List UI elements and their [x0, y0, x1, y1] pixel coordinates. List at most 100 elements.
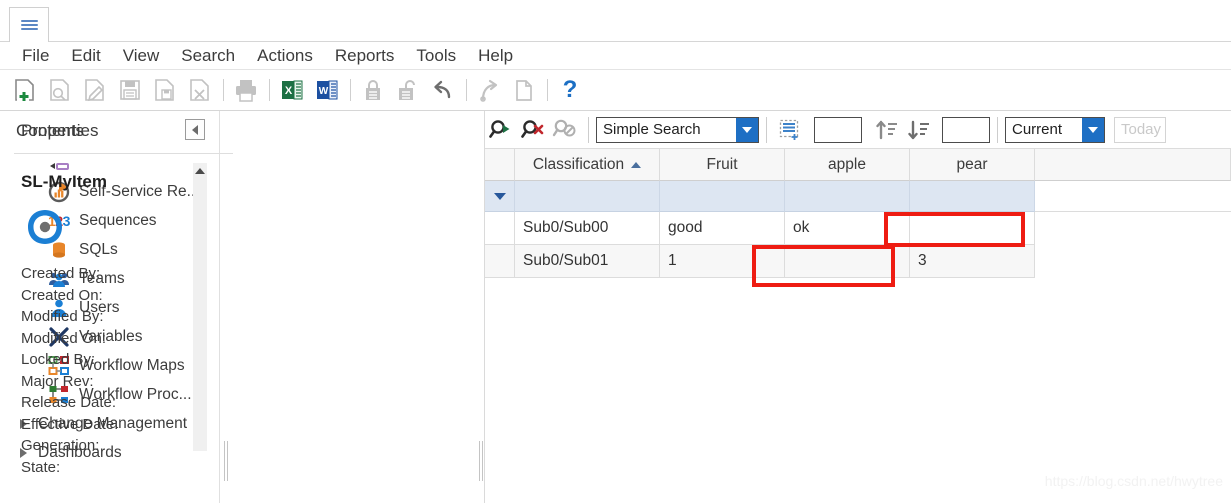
grid-column-header-label: Classification	[532, 155, 625, 173]
lock-icon	[358, 75, 388, 105]
menu-item-file[interactable]: File	[11, 43, 60, 69]
contents-properties-splitter[interactable]	[219, 111, 229, 503]
property-label: Generation:	[21, 437, 100, 454]
page-number-input[interactable]	[942, 116, 990, 143]
menu-item-tools[interactable]: Tools	[405, 43, 467, 69]
property-label: Created By:	[21, 265, 101, 282]
edit-document-icon	[80, 75, 110, 105]
menu-item-view[interactable]: View	[112, 43, 171, 69]
page-size-input[interactable]	[814, 116, 862, 143]
toolbar-separator	[223, 79, 224, 101]
grid-column-header-rowheader	[485, 149, 515, 181]
chevron-down-icon[interactable]	[1082, 117, 1104, 142]
menu-item-actions[interactable]: Actions	[246, 43, 324, 69]
export-excel-icon[interactable]: X	[277, 75, 307, 105]
hamburger-menu-icon	[20, 18, 38, 32]
grid-column-header-fruit[interactable]: Fruit	[660, 149, 785, 181]
properties-panel	[233, 111, 482, 503]
grid-column-header-label: Fruit	[706, 155, 738, 173]
new-icon[interactable]	[10, 75, 40, 105]
svg-text:W: W	[319, 86, 329, 97]
grid-filter-cell-classification[interactable]	[515, 181, 660, 212]
property-major-rev: Major Rev:	[21, 371, 124, 393]
grid-row[interactable]: Sub0/Sub00 good ok	[485, 212, 1231, 245]
grid-cell-apple[interactable]	[785, 245, 910, 278]
grid-filter-cell-apple[interactable]	[785, 181, 910, 212]
clear-search-icon[interactable]	[517, 115, 549, 145]
watermark-text: https://blog.csdn.net/hwytree	[1044, 473, 1223, 489]
grid-cell-rowheader[interactable]	[485, 245, 515, 278]
sort-ascending-icon[interactable]	[872, 115, 904, 145]
delete-document-icon	[185, 75, 215, 105]
menu-bar: File Edit View Search Actions Reports Tools Hel…	[0, 42, 1231, 70]
scroll-up-icon[interactable]	[193, 163, 207, 179]
property-generation: Generation:	[21, 435, 124, 457]
search-toolbar-separator	[766, 116, 767, 143]
effective-date-input[interactable]: Today	[1114, 116, 1166, 143]
property-created-by: Created By:	[21, 263, 124, 285]
grid-cell-apple[interactable]: ok	[785, 212, 910, 245]
toolbar-separator	[350, 79, 351, 101]
menu-item-help[interactable]: Help	[467, 43, 524, 69]
property-created-on: Created On:	[21, 285, 124, 307]
toolbar-separator	[466, 79, 467, 101]
grid-column-header-apple[interactable]: apple	[785, 149, 910, 181]
menu-item-edit[interactable]: Edit	[60, 43, 111, 69]
grid-cell-classification[interactable]: Sub0/Sub00	[515, 212, 660, 245]
chevron-down-icon[interactable]	[736, 117, 758, 142]
search-mode-select[interactable]: Simple Search	[596, 116, 759, 143]
property-label: Release Date:	[21, 394, 117, 411]
item-title: SL-MyItem	[21, 172, 107, 191]
collapse-left-icon[interactable]	[185, 119, 205, 140]
save-icon	[115, 75, 145, 105]
tree-item-label: Sequences	[79, 211, 157, 229]
menu-item-reports[interactable]: Reports	[324, 43, 406, 69]
grid-cell-classification[interactable]: Sub0/Sub01	[515, 245, 660, 278]
property-release-date: Release Date:	[21, 392, 124, 414]
search-document-icon	[45, 75, 75, 105]
property-label: Modified On:	[21, 329, 107, 347]
grid-filter-cell-rowheader[interactable]	[485, 181, 515, 212]
grid-body: Sub0/Sub00 good ok Sub0/Sub01 1 3	[485, 212, 1231, 278]
window-tab-strip	[0, 0, 1231, 42]
contents-tree-scrollbar[interactable]	[193, 163, 207, 451]
properties-grid-splitter[interactable]	[476, 111, 485, 503]
search-toolbar-separator	[588, 116, 589, 143]
grid-cell-pear[interactable]: 3	[910, 245, 1035, 278]
grid-column-header-classification[interactable]: Classification	[515, 149, 660, 181]
properties-divider	[21, 153, 233, 154]
print-icon	[231, 75, 261, 105]
grid-cell-fruit[interactable]: 1	[660, 245, 785, 278]
save-as-icon	[150, 75, 180, 105]
filter-dropdown-icon[interactable]	[493, 192, 506, 200]
search-mode-select-value: Simple Search	[603, 121, 701, 138]
grid-column-header-pear[interactable]: pear	[910, 149, 1035, 181]
tree-item-label: SQLs	[79, 240, 118, 258]
copy-icon	[509, 75, 539, 105]
grid-filter-row[interactable]	[485, 181, 1231, 212]
grid-column-header-label: apple	[828, 155, 866, 173]
property-state: State:	[21, 457, 124, 479]
grid-row[interactable]: Sub0/Sub01 1 3	[485, 245, 1231, 278]
menu-item-search[interactable]: Search	[170, 43, 246, 69]
help-icon[interactable]: ?	[555, 75, 585, 105]
grid-cell-rowheader[interactable]	[485, 212, 515, 245]
grid-filter-cell-fruit[interactable]	[660, 181, 785, 212]
export-word-icon[interactable]: W	[312, 75, 342, 105]
run-search-icon[interactable]	[485, 115, 517, 145]
grid-filter-filler	[1035, 181, 1231, 212]
sort-descending-icon[interactable]	[904, 115, 936, 145]
aras-innovator-item-icon	[21, 203, 69, 251]
grid-filter-cell-pear[interactable]	[910, 181, 1035, 212]
grid-cell-pear[interactable]	[910, 212, 1035, 245]
revision-mode-select[interactable]: Current	[1005, 116, 1105, 143]
undo-icon[interactable]	[428, 75, 458, 105]
new-search-criteria-icon[interactable]	[774, 115, 806, 145]
property-label: State:	[21, 458, 61, 476]
property-label: Major Rev:	[21, 372, 94, 390]
unlock-icon	[393, 75, 423, 105]
properties-field-list: Created By: Created On: Modified By: Modifi…	[21, 263, 124, 478]
grid-cell-fruit[interactable]: good	[660, 212, 785, 245]
property-locked-by: Locked By:	[21, 349, 124, 371]
main-menu-tab[interactable]	[9, 7, 49, 42]
